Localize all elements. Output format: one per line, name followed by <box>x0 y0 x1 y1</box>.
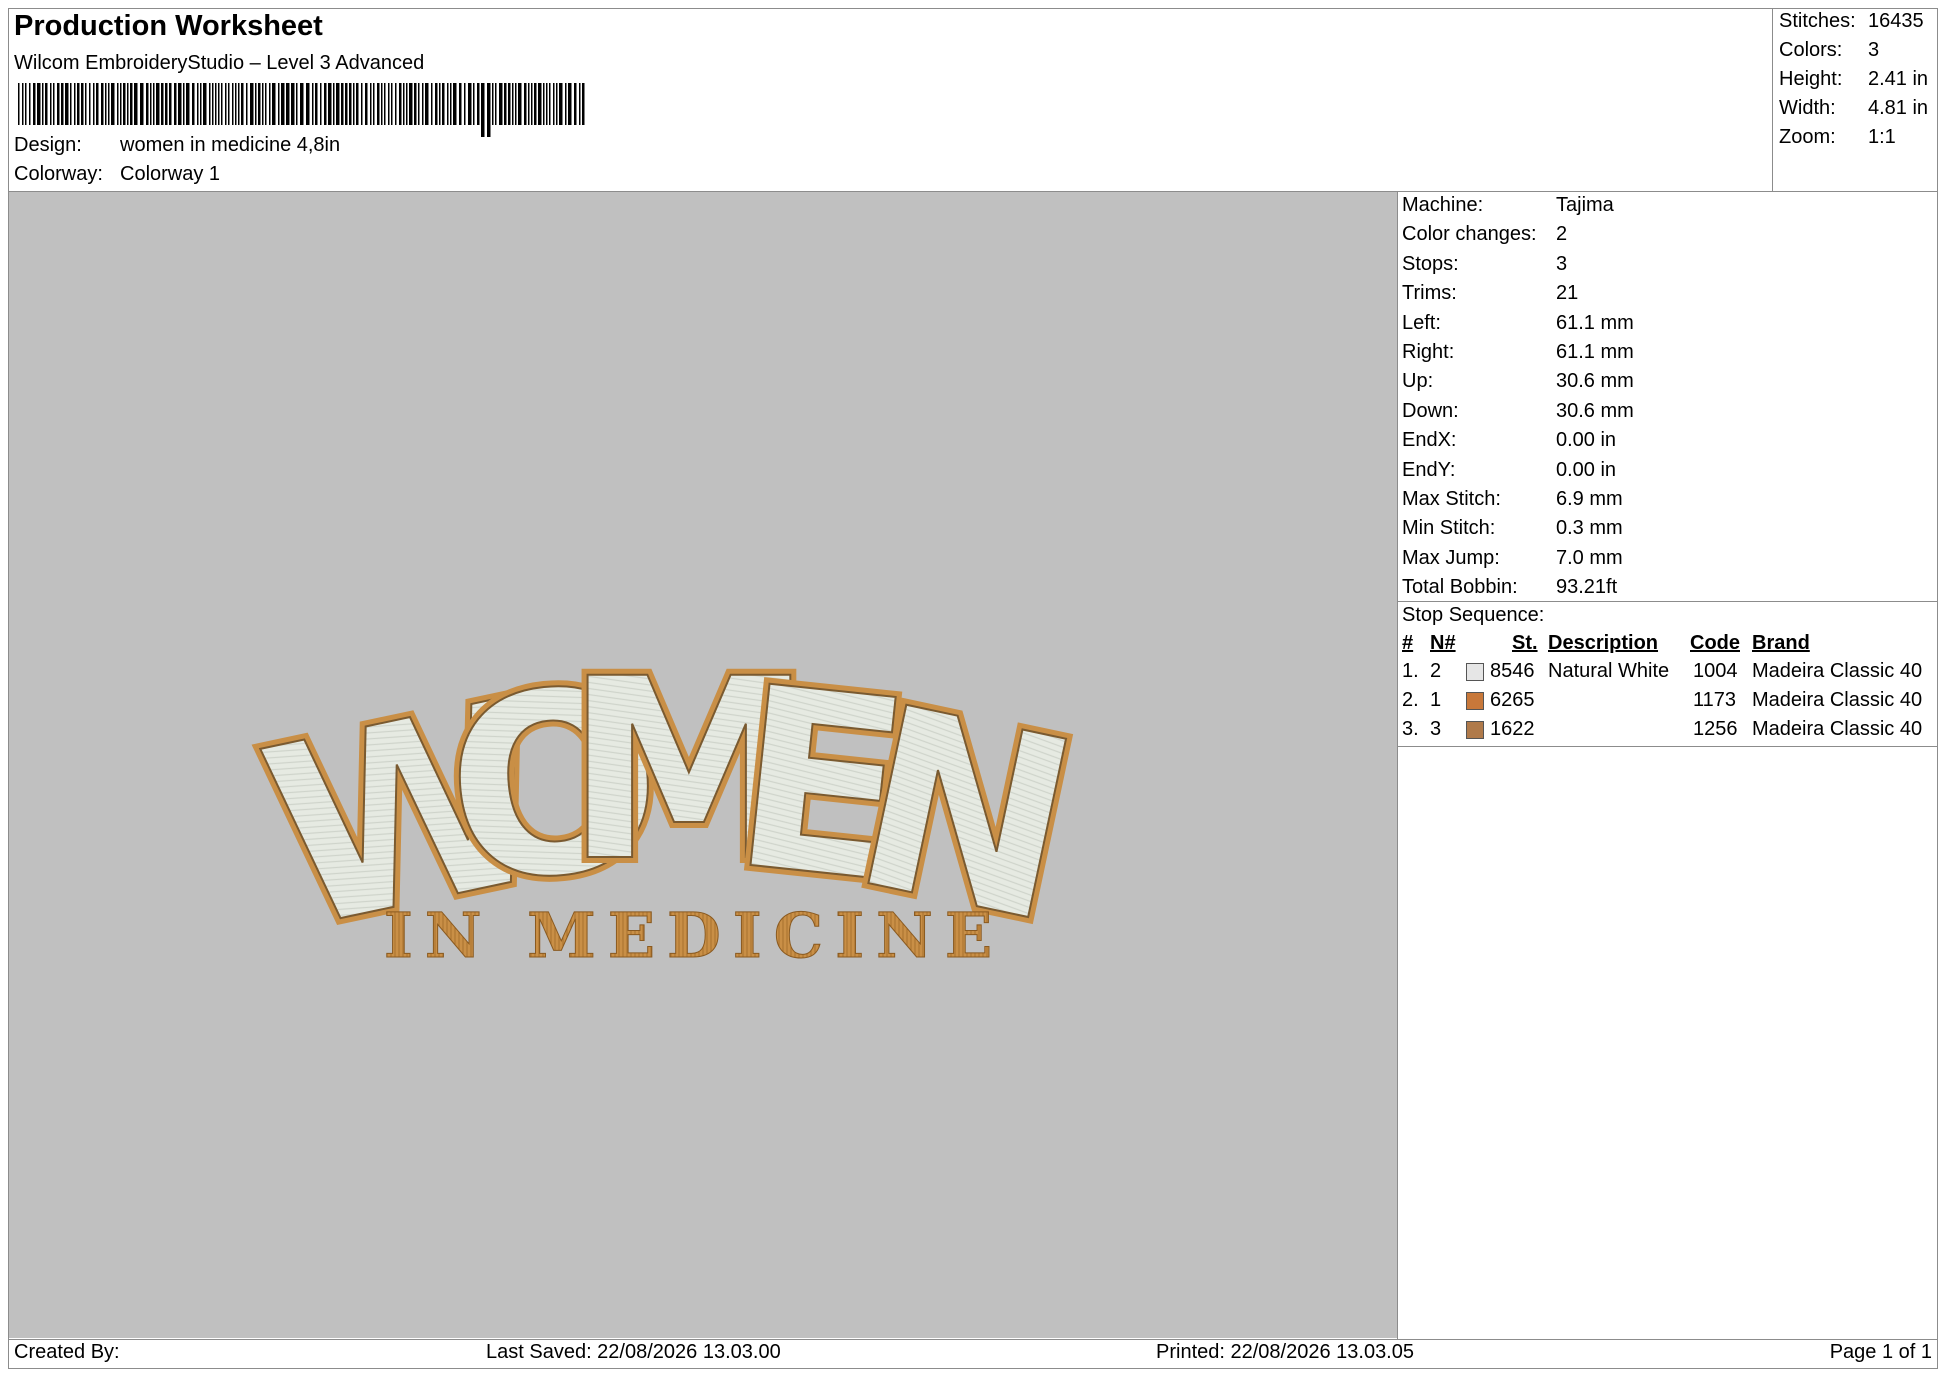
row-code: 1004 <box>1693 660 1738 682</box>
design-value: women in medicine 4,8in <box>120 134 341 156</box>
colorway-value: Colorway 1 <box>120 163 221 185</box>
info-value: 21 <box>1556 282 1579 305</box>
color-swatch <box>1466 692 1484 710</box>
design-preview: WWOOMMEENN IN MEDICINE <box>9 192 1397 1338</box>
summary-label: Height: <box>1779 68 1843 90</box>
col-header-n: N# <box>1430 632 1456 654</box>
summary-value: 4.81 in <box>1868 97 1929 119</box>
info-label: Stops: <box>1402 252 1459 275</box>
info-label: Max Jump: <box>1402 546 1500 569</box>
summary-box: Stitches: 16435 Colors: 3 Height: 2.41 i… <box>1772 8 1938 192</box>
info-label: Max Stitch: <box>1402 488 1501 510</box>
software-name: Wilcom EmbroideryStudio – Level 3 Advanc… <box>14 52 425 74</box>
info-value: 3 <box>1556 252 1568 275</box>
info-label: Up: <box>1402 370 1434 393</box>
row-code: 1256 <box>1693 718 1738 740</box>
summary-value: 16435 <box>1868 10 1924 32</box>
col-header-num: # <box>1402 632 1414 654</box>
row-brand: Madeira Classic 40 <box>1752 689 1923 711</box>
row-needle: 2 <box>1430 660 1442 682</box>
page-number: Page 1 of 1 <box>1829 1341 1932 1363</box>
summary-value: 2.41 in <box>1868 68 1929 90</box>
info-value: 93.21ft <box>1556 576 1618 599</box>
row-needle: 3 <box>1430 718 1442 740</box>
info-label: Trims: <box>1402 282 1457 305</box>
created-by: Created By: <box>14 1341 120 1363</box>
row-stitches: 8546 <box>1490 660 1535 682</box>
colorway-label: Colorway: <box>14 163 103 185</box>
embroidery-design: WWOOMMEENN IN MEDICINE <box>237 619 1105 992</box>
info-label: Right: <box>1402 341 1455 363</box>
worksheet-header: Production Worksheet Wilcom EmbroiderySt… <box>8 8 1774 192</box>
summary-value: 1:1 <box>1868 126 1896 148</box>
info-value: 61.1 mm <box>1556 341 1634 363</box>
row-brand: Madeira Classic 40 <box>1752 660 1923 682</box>
design-sub-text: IN MEDICINE <box>384 899 1004 972</box>
divider <box>1397 192 1398 1339</box>
printed-date: Printed: 22/08/2026 13.03.05 <box>1156 1341 1414 1363</box>
info-label: Down: <box>1402 399 1459 422</box>
col-header-brand: Brand <box>1752 632 1810 654</box>
summary-label: Width: <box>1779 97 1836 119</box>
summary-label: Stitches: <box>1779 10 1856 32</box>
col-header-description: Description <box>1548 632 1659 654</box>
info-value: 0.00 in <box>1556 429 1617 452</box>
info-value: 6.9 mm <box>1556 488 1623 510</box>
row-num: 2. <box>1402 689 1419 711</box>
divider <box>1398 601 1938 602</box>
info-value: 2 <box>1556 223 1568 246</box>
page-title: Production Worksheet <box>14 10 323 42</box>
row-num: 3. <box>1402 718 1419 740</box>
row-num: 1. <box>1402 660 1419 682</box>
info-value: 30.6 mm <box>1556 370 1634 393</box>
info-value: 61.1 mm <box>1556 311 1634 334</box>
barcode <box>18 83 585 137</box>
color-swatch <box>1466 721 1484 739</box>
col-header-st: St. <box>1512 632 1538 654</box>
info-label: Left: <box>1402 311 1441 334</box>
row-stitches: 6265 <box>1490 689 1535 711</box>
summary-value: 3 <box>1868 39 1880 61</box>
info-value: Tajima <box>1556 194 1614 216</box>
info-value: 7.0 mm <box>1556 546 1623 569</box>
last-saved: Last Saved: 22/08/2026 13.03.00 <box>486 1341 781 1363</box>
info-label: Machine: <box>1402 194 1484 216</box>
design-label: Design: <box>14 134 82 156</box>
info-label: EndX: <box>1402 429 1457 452</box>
summary-label: Zoom: <box>1779 126 1836 148</box>
divider <box>8 1339 1938 1340</box>
row-description: Natural White <box>1548 660 1670 682</box>
info-label: Color changes: <box>1402 223 1537 246</box>
info-value: 0.3 mm <box>1556 517 1623 540</box>
row-brand: Madeira Classic 40 <box>1752 718 1923 740</box>
color-swatch <box>1466 663 1484 681</box>
info-value: 30.6 mm <box>1556 399 1634 422</box>
info-value: 0.00 in <box>1556 458 1617 481</box>
row-code: 1173 <box>1693 689 1737 711</box>
stop-sequence-title: Stop Sequence: <box>1402 604 1545 626</box>
info-label: Min Stitch: <box>1402 517 1496 540</box>
summary-label: Colors: <box>1779 39 1843 61</box>
row-needle: 1 <box>1430 689 1442 711</box>
info-label: EndY: <box>1402 458 1456 481</box>
divider <box>1398 746 1938 747</box>
col-header-code: Code <box>1690 632 1740 654</box>
info-label: Total Bobbin: <box>1402 576 1518 599</box>
row-stitches: 1622 <box>1490 718 1535 740</box>
